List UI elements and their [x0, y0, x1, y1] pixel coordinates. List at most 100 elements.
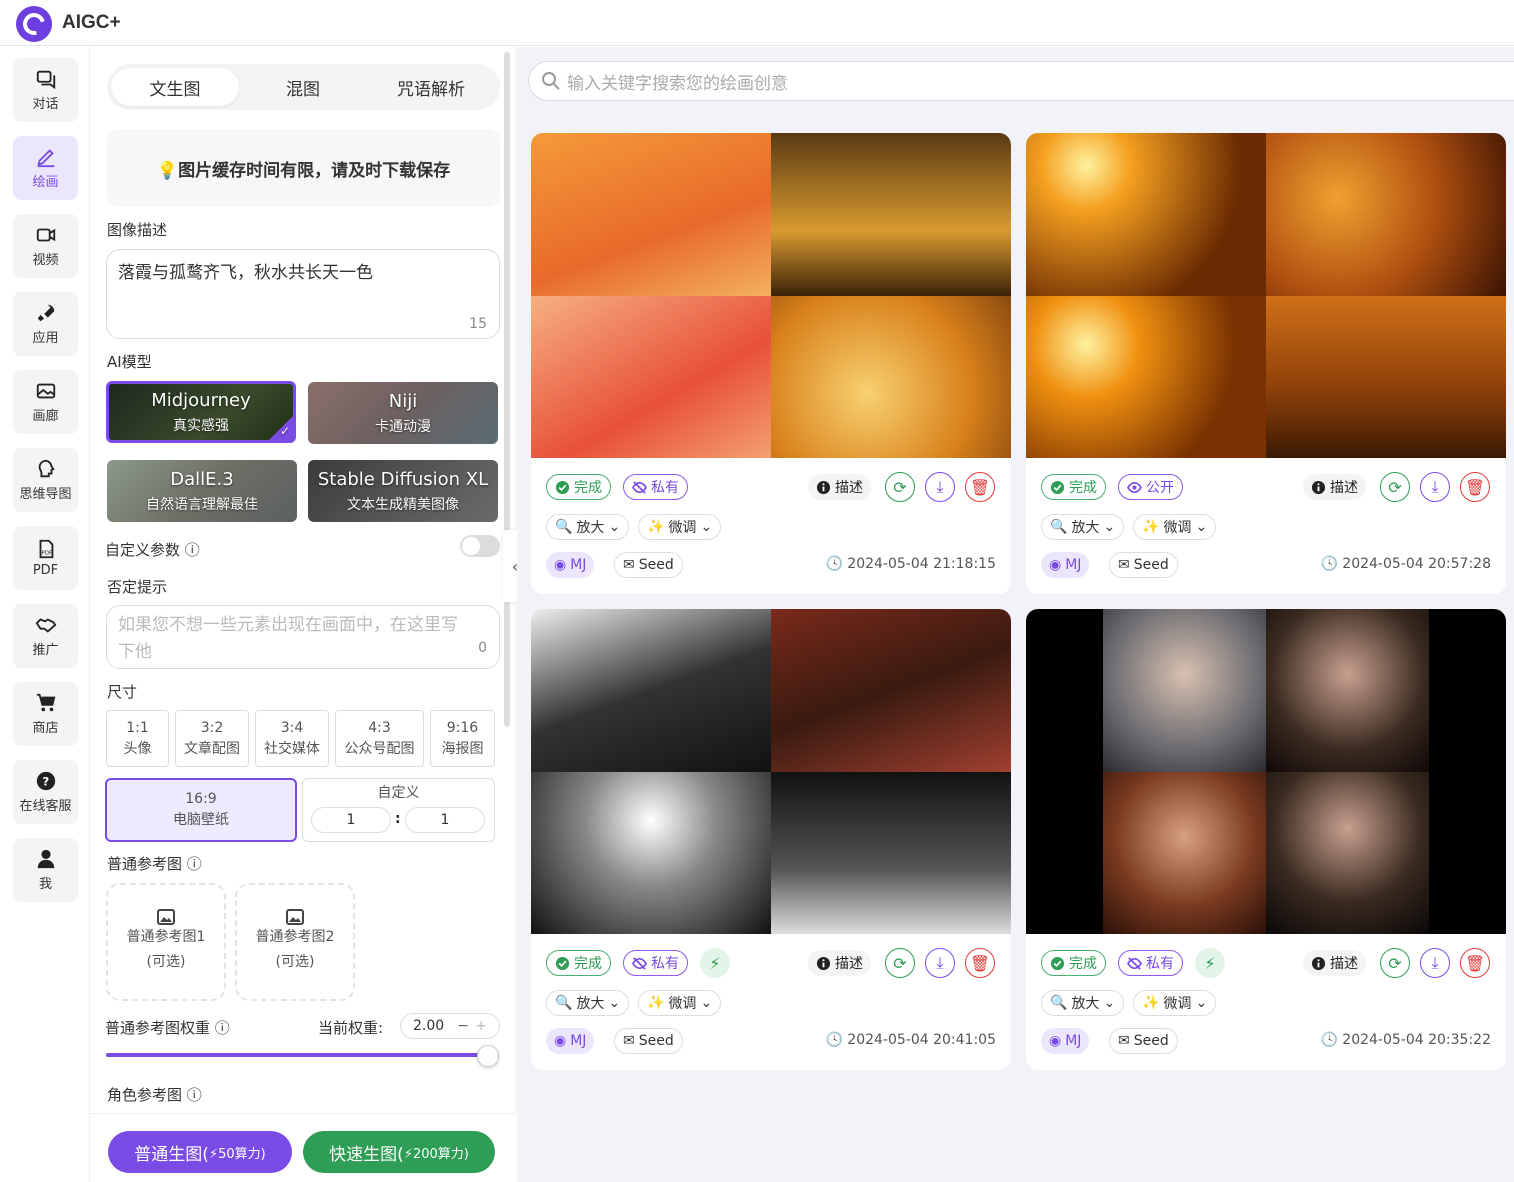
- download-button[interactable]: ⤓: [925, 948, 955, 978]
- upscale-dropdown[interactable]: 🔍 放大 ⌄: [546, 514, 630, 540]
- fast-generate-button[interactable]: 快速生图(⚡200算力): [303, 1131, 495, 1173]
- info-icon: [1311, 480, 1326, 494]
- panel-scrollbar[interactable]: [504, 52, 510, 727]
- regenerate-button[interactable]: ⟳: [885, 948, 915, 978]
- tweak-dropdown[interactable]: ✨ 微调 ⌄: [1133, 514, 1217, 540]
- weight-slider-knob[interactable]: [477, 1045, 499, 1067]
- plus-icon[interactable]: +: [475, 1014, 487, 1038]
- desc-counter: 15: [469, 316, 487, 332]
- nav-item-support[interactable]: ? 在线客服: [13, 760, 78, 824]
- nav-item-pdf[interactable]: PDF PDF: [13, 526, 78, 590]
- minus-icon[interactable]: −: [457, 1014, 469, 1038]
- model-midjourney[interactable]: Midjourney 真实感强 ✓: [106, 381, 296, 443]
- describe-button[interactable]: 描述: [1303, 950, 1366, 976]
- mail-icon: ✉: [623, 1033, 635, 1049]
- describe-button[interactable]: 描述: [808, 950, 871, 976]
- visibility-badge[interactable]: 私有: [623, 474, 688, 500]
- generated-image[interactable]: [531, 133, 771, 296]
- delete-button[interactable]: 🗑: [965, 472, 995, 502]
- weight-slider-track[interactable]: [106, 1053, 490, 1057]
- size-3-2[interactable]: 3:2 文章配图: [175, 710, 249, 767]
- image-grid[interactable]: [531, 133, 1011, 458]
- custom-height-input[interactable]: 1: [405, 807, 485, 833]
- ref-image-upload-1[interactable]: 普通参考图1 (可选): [106, 883, 226, 1001]
- download-button[interactable]: ⤓: [925, 472, 955, 502]
- desc-textarea[interactable]: 落霞与孤鹜齐飞，秋水共长天一色 15: [106, 249, 500, 339]
- generated-image[interactable]: [771, 133, 1011, 296]
- delete-button[interactable]: 🗑: [1460, 948, 1490, 978]
- delete-button[interactable]: 🗑: [965, 948, 995, 978]
- image-grid[interactable]: [1026, 609, 1506, 934]
- generated-image[interactable]: [1026, 133, 1266, 296]
- tab-prompt-analysis[interactable]: 咒语解析: [367, 68, 495, 106]
- search-input[interactable]: 输入关键字搜索您的绘画创意: [528, 61, 1514, 101]
- generated-image[interactable]: [1266, 295, 1506, 458]
- tab-text-to-image[interactable]: 文生图: [111, 68, 239, 106]
- nav-item-apps[interactable]: 应用: [13, 292, 78, 356]
- nav-item-gallery[interactable]: 画廊: [13, 370, 78, 434]
- generated-image[interactable]: [531, 295, 771, 458]
- nav-item-store[interactable]: 商店: [13, 682, 78, 746]
- seed-button[interactable]: ✉ Seed: [614, 552, 683, 578]
- download-button[interactable]: ⤓: [1420, 472, 1450, 502]
- nav-item-video[interactable]: 视频: [13, 214, 78, 278]
- describe-button[interactable]: 描述: [1303, 474, 1366, 500]
- regenerate-button[interactable]: ⟳: [885, 472, 915, 502]
- generated-image[interactable]: [1266, 133, 1506, 296]
- app-logo[interactable]: [16, 6, 52, 42]
- generated-image[interactable]: [531, 609, 771, 772]
- ref-image-upload-2[interactable]: 普通参考图2 (可选): [235, 883, 355, 1001]
- nav-item-promote[interactable]: 推广: [13, 604, 78, 668]
- nav-item-chat[interactable]: 对话: [13, 58, 78, 122]
- tweak-dropdown[interactable]: ✨ 微调 ⌄: [1133, 990, 1217, 1016]
- model-niji[interactable]: Niji 卡通动漫: [308, 382, 498, 444]
- seed-button[interactable]: ✉ Seed: [1109, 1028, 1178, 1054]
- tweak-dropdown[interactable]: ✨ 微调 ⌄: [638, 514, 722, 540]
- generated-image[interactable]: [1026, 295, 1266, 458]
- tweak-dropdown[interactable]: ✨ 微调 ⌄: [638, 990, 722, 1016]
- tab-blend[interactable]: 混图: [239, 68, 367, 106]
- custom-params-toggle[interactable]: [460, 535, 500, 557]
- weight-input[interactable]: 2.00 − +: [400, 1013, 500, 1039]
- normal-generate-button[interactable]: 普通生图(⚡50算力): [108, 1131, 292, 1173]
- model-sdxl[interactable]: Stable Diffusion XL 文本生成精美图像: [308, 460, 498, 522]
- image-grid[interactable]: [531, 609, 1011, 934]
- generated-image[interactable]: [1103, 609, 1266, 772]
- regenerate-button[interactable]: ⟳: [1380, 948, 1410, 978]
- upscale-dropdown[interactable]: 🔍 放大 ⌄: [546, 990, 630, 1016]
- describe-button[interactable]: 描述: [808, 474, 871, 500]
- upscale-dropdown[interactable]: 🔍 放大 ⌄: [1041, 990, 1125, 1016]
- image-grid[interactable]: [1026, 133, 1506, 458]
- seed-button[interactable]: ✉ Seed: [1109, 552, 1178, 578]
- negative-textarea[interactable]: 如果您不想一些元素出现在画面中，在这里写下他 0: [106, 605, 500, 669]
- custom-width-input[interactable]: 1: [311, 807, 391, 833]
- eye-off-icon: [632, 480, 647, 494]
- size-16-9[interactable]: 16:9 电脑壁纸: [105, 778, 297, 842]
- size-4-3[interactable]: 4:3 公众号配图: [335, 710, 424, 767]
- generated-image[interactable]: [771, 609, 1011, 772]
- visibility-badge[interactable]: 公开: [1118, 474, 1183, 500]
- regenerate-button[interactable]: ⟳: [1380, 472, 1410, 502]
- visibility-badge[interactable]: 私有: [1118, 950, 1183, 976]
- seed-button[interactable]: ✉ Seed: [614, 1028, 683, 1054]
- check-circle-icon: [555, 956, 570, 970]
- visibility-badge[interactable]: 私有: [623, 950, 688, 976]
- size-3-4[interactable]: 3:4 社交媒体: [255, 710, 329, 767]
- nav-item-paint[interactable]: 绘画: [13, 136, 78, 200]
- lightning-icon: ⚡: [709, 953, 721, 973]
- generated-image[interactable]: [771, 771, 1011, 934]
- delete-button[interactable]: 🗑: [1460, 472, 1490, 502]
- generated-image[interactable]: [1266, 771, 1429, 934]
- upscale-dropdown[interactable]: 🔍 放大 ⌄: [1041, 514, 1125, 540]
- size-1-1[interactable]: 1:1 头像: [106, 710, 169, 767]
- model-dalle3[interactable]: DallE.3 自然语言理解最佳: [107, 460, 297, 522]
- nav-item-mindmap[interactable]: 思维导图: [13, 448, 78, 512]
- image-gallery: 输入关键字搜索您的绘画创意 完成 私有 描述 ⟳ ⤓ 🗑 🔍 放大 ⌄ ✨ 微调 ⌄ ◉…: [517, 47, 1514, 1182]
- generated-image[interactable]: [1103, 771, 1266, 934]
- generated-image[interactable]: [771, 295, 1011, 458]
- nav-item-me[interactable]: 我: [13, 838, 78, 902]
- generated-image[interactable]: [1266, 609, 1429, 772]
- size-9-16[interactable]: 9:16 海报图: [430, 710, 495, 767]
- generated-image[interactable]: [531, 771, 771, 934]
- download-button[interactable]: ⤓: [1420, 948, 1450, 978]
